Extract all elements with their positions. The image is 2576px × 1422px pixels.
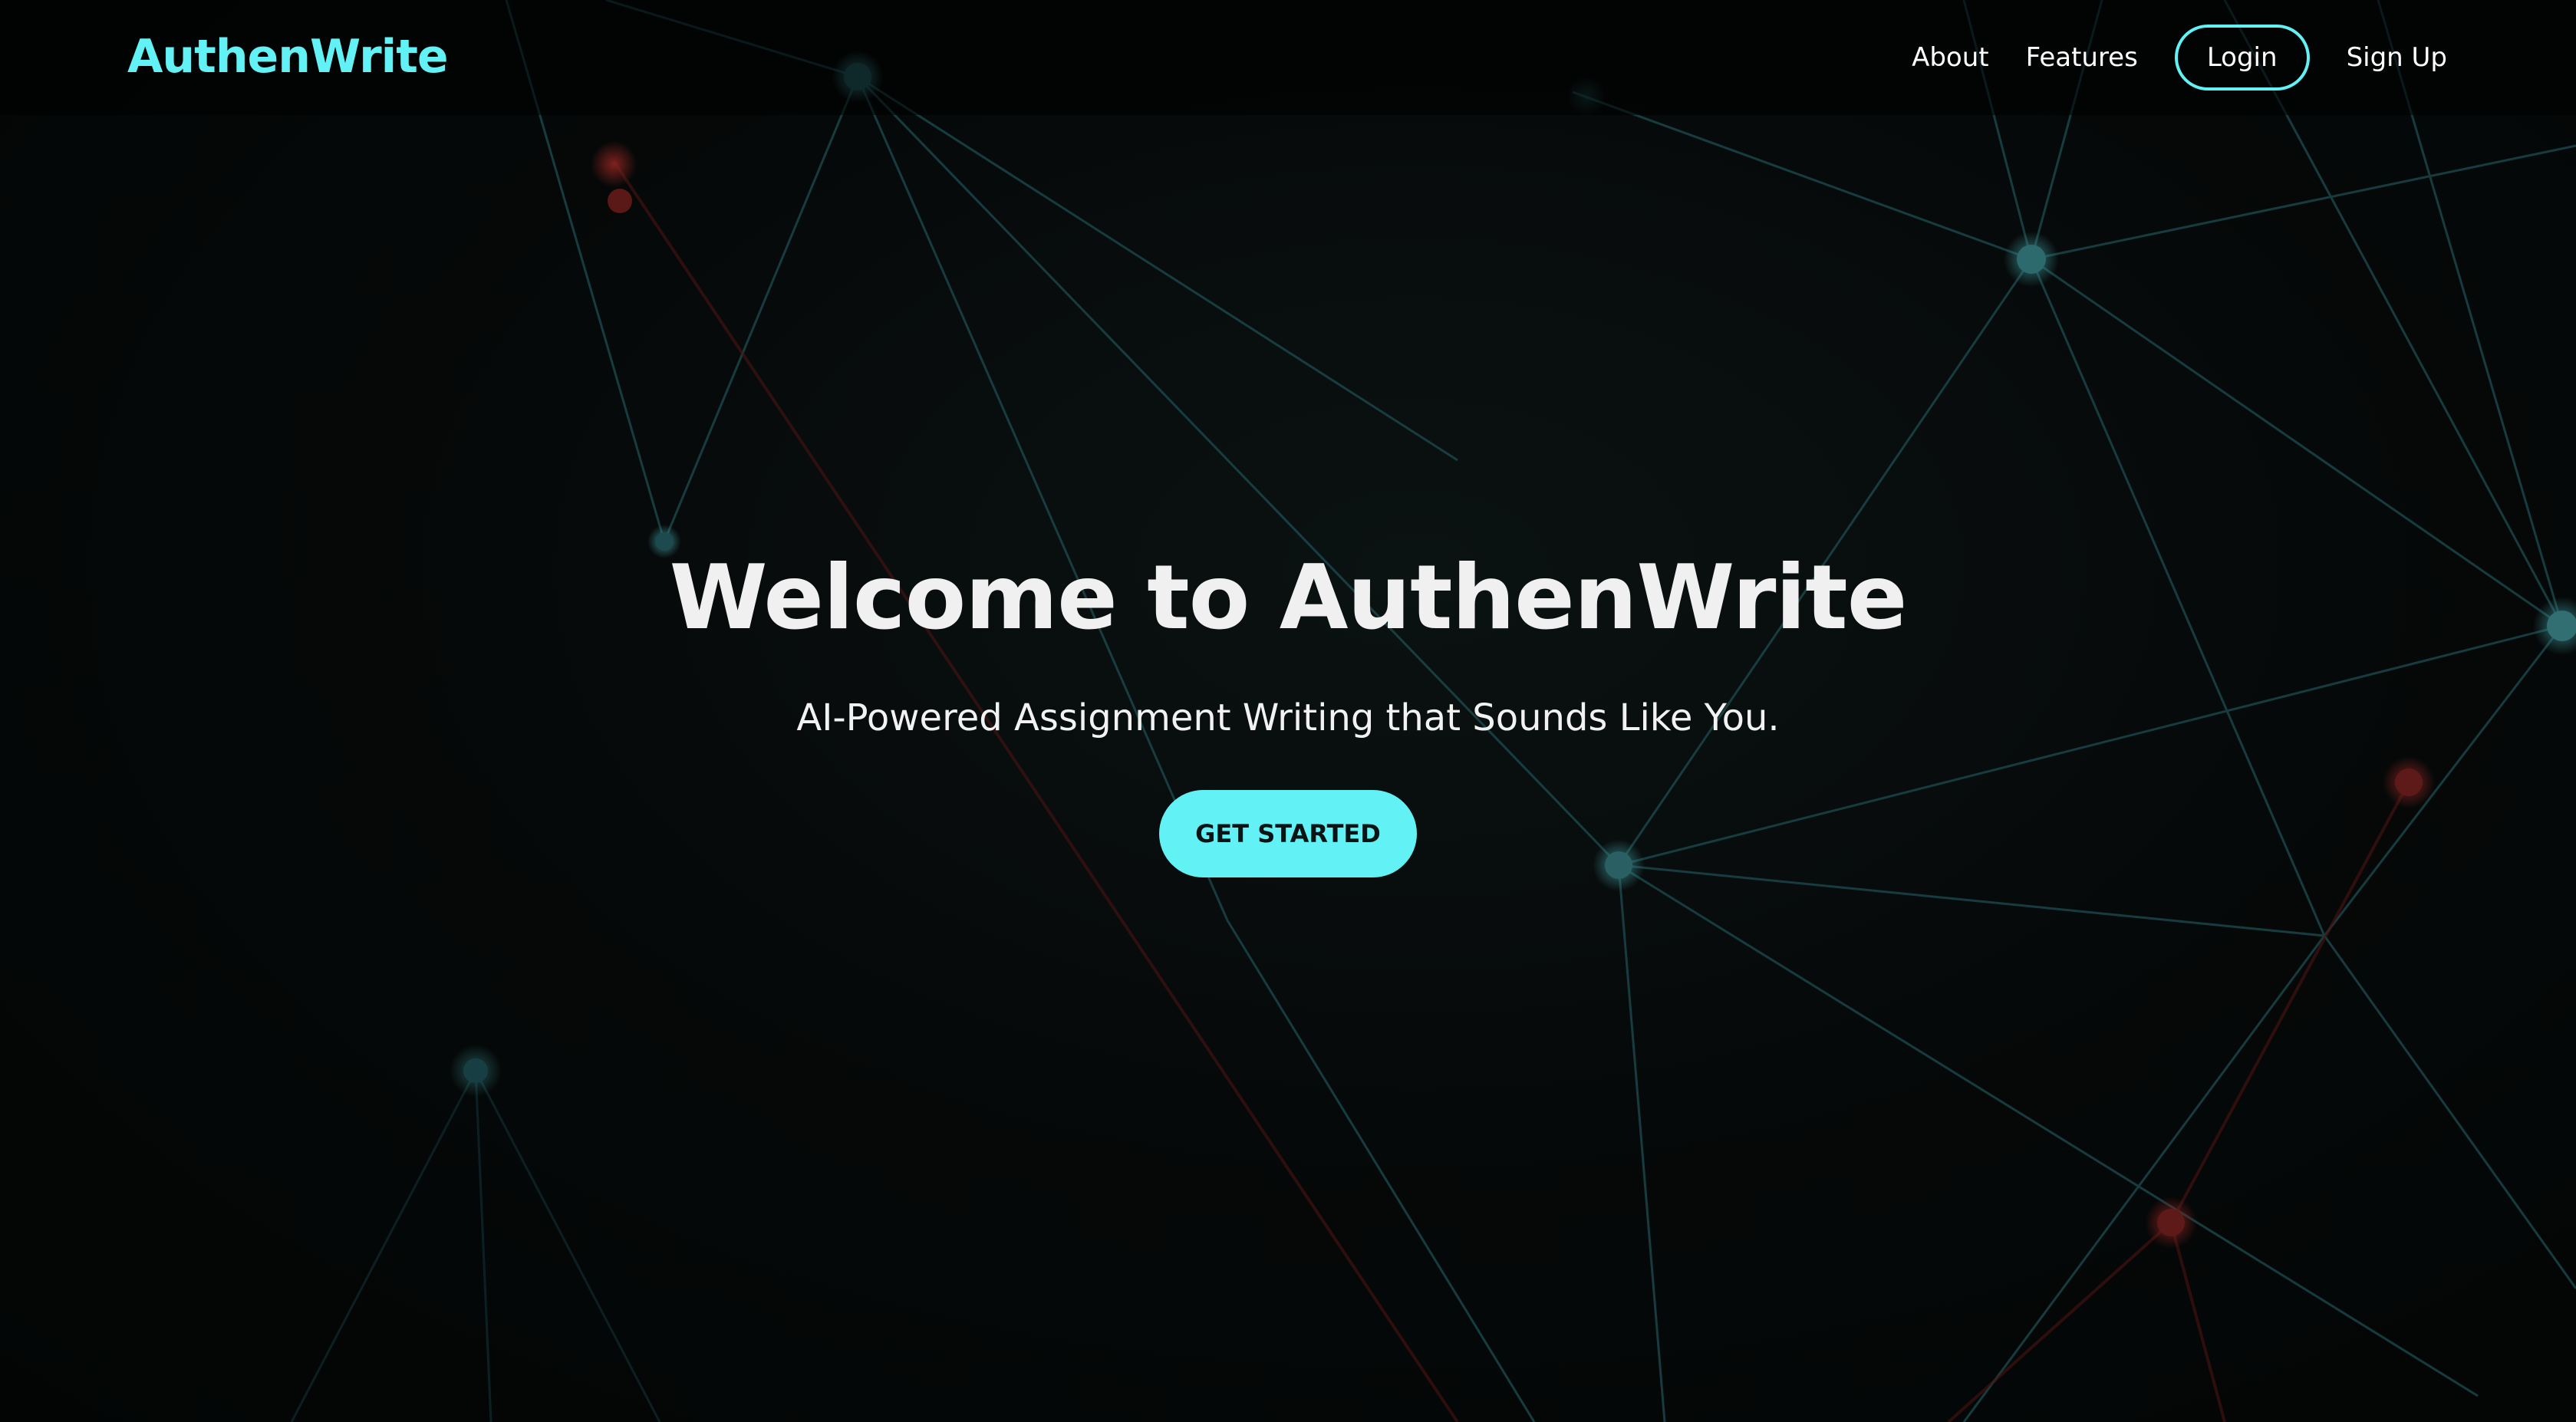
nav-features-link[interactable]: Features bbox=[2026, 42, 2138, 73]
hero-title: Welcome to AuthenWrite bbox=[669, 546, 1908, 650]
landing-page: AuthenWrite About Features Login Sign Up… bbox=[0, 0, 2576, 1422]
nav-about-link[interactable]: About bbox=[1912, 42, 1989, 73]
login-button[interactable]: Login bbox=[2174, 25, 2310, 91]
signup-link[interactable]: Sign Up bbox=[2347, 42, 2447, 73]
hero-section: Welcome to AuthenWrite AI-Powered Assign… bbox=[0, 537, 2576, 877]
nav-links: About Features Login Sign Up bbox=[1912, 25, 2447, 91]
hero-subtitle: AI-Powered Assignment Writing that Sound… bbox=[796, 696, 1780, 739]
get-started-button[interactable]: GET STARTED bbox=[1159, 790, 1417, 877]
top-navbar: AuthenWrite About Features Login Sign Up bbox=[0, 0, 2576, 115]
brand-logo[interactable]: AuthenWrite bbox=[127, 28, 449, 86]
